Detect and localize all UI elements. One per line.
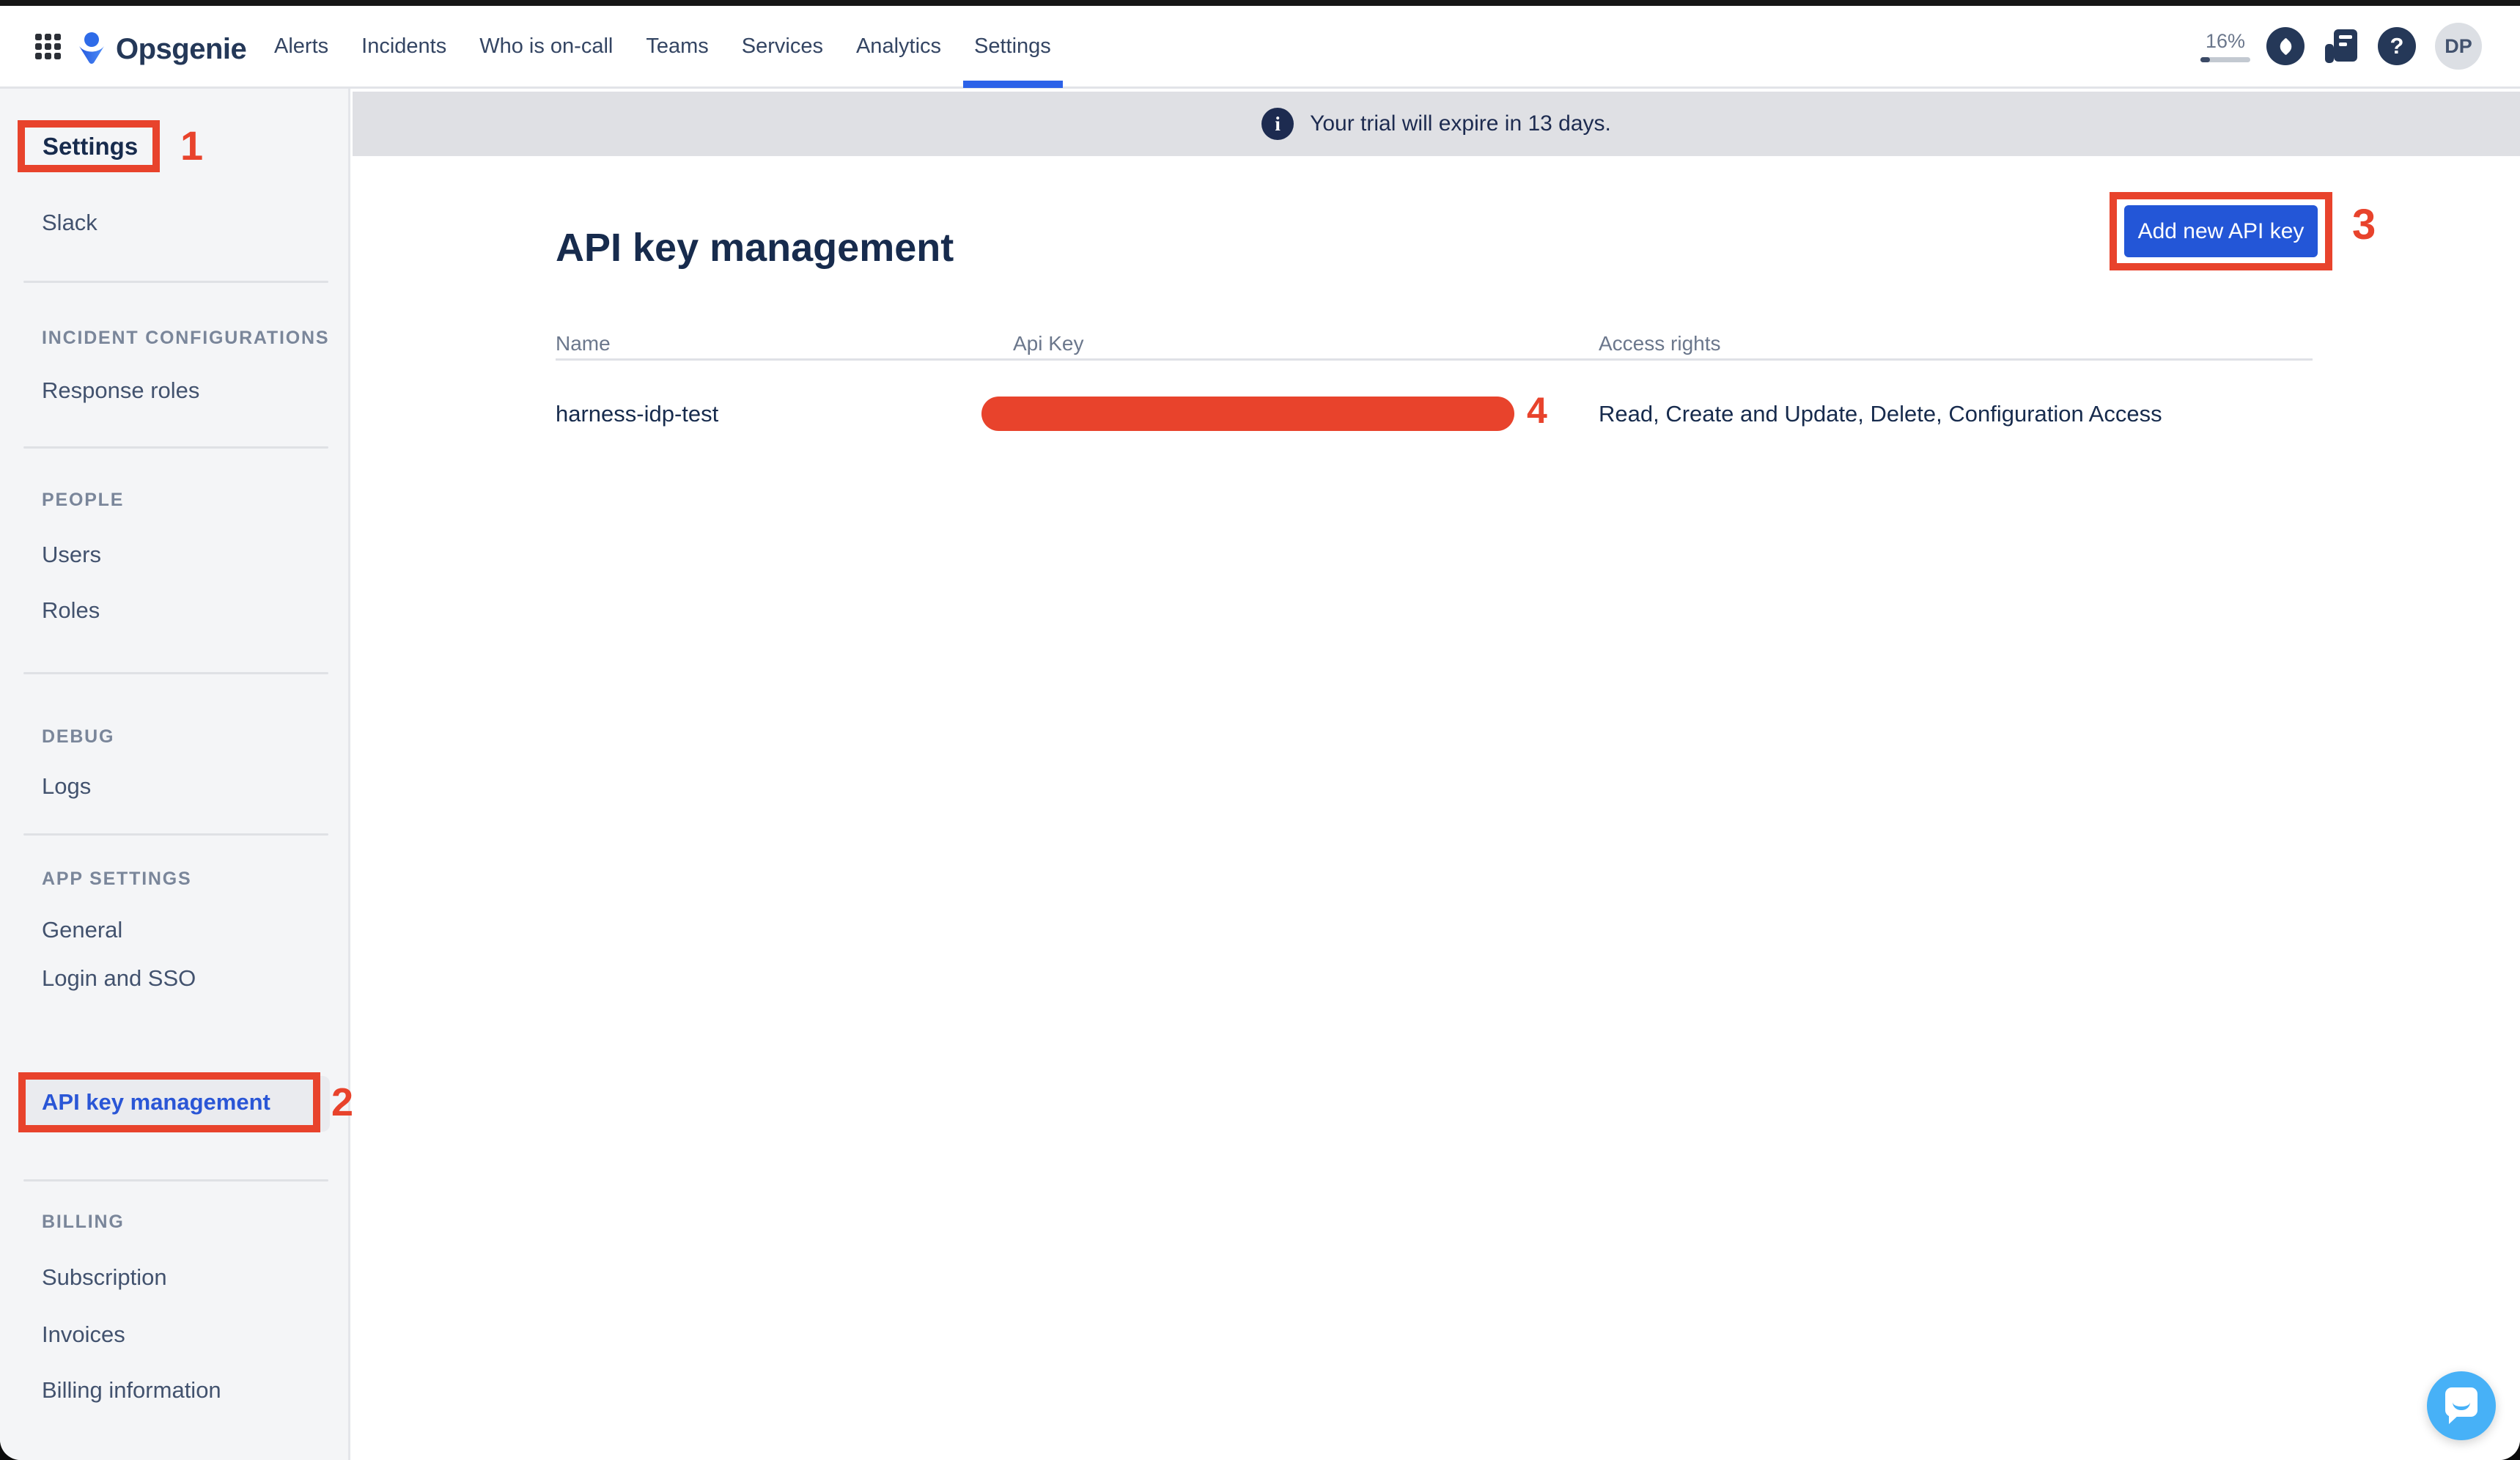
sidebar-item-invoices[interactable]: Invoices <box>42 1321 125 1348</box>
column-header-access-rights: Access rights <box>1599 332 1721 355</box>
api-key-name-cell: harness-idp-test <box>556 401 718 427</box>
sidebar-item-logs[interactable]: Logs <box>42 773 91 800</box>
sidebar-item-login-and-sso[interactable]: Login and SSO <box>42 965 196 992</box>
sidebar-header-app-settings: APP SETTINGS <box>42 869 192 890</box>
sidebar-item-billing-information[interactable]: Billing information <box>42 1377 221 1404</box>
divider <box>23 281 328 283</box>
divider <box>23 672 328 674</box>
settings-sidebar: Settings 1 Slack INCIDENT CONFIGURATIONS… <box>0 89 350 1460</box>
trial-banner: i Your trial will expire in 13 days. <box>353 92 2520 156</box>
usage-meter[interactable]: 16% <box>2200 30 2250 62</box>
sidebar-header-people: PEOPLE <box>42 490 124 511</box>
tab-services[interactable]: Services <box>742 6 823 86</box>
annotation-box-1: Settings <box>18 120 160 172</box>
info-icon: i <box>1261 108 1294 140</box>
tab-teams[interactable]: Teams <box>646 6 708 86</box>
topbar-right-cluster: 16% ? DP <box>2200 6 2482 86</box>
usage-progress-bar <box>2200 57 2250 62</box>
topbar: Opsgenie Alerts Incidents Who is on-call… <box>0 6 2520 89</box>
annotation-number-3: 3 <box>2352 200 2376 249</box>
divider <box>23 833 328 836</box>
access-rights-cell: Read, Create and Update, Delete, Configu… <box>1599 401 2162 427</box>
table-header-divider <box>556 358 2313 361</box>
compass-icon[interactable] <box>2266 27 2305 65</box>
annotation-box-2: API key management <box>18 1072 320 1132</box>
usage-percent-label: 16% <box>2206 30 2245 53</box>
opsgenie-logo-icon[interactable] <box>74 31 109 66</box>
sidebar-title[interactable]: Settings <box>43 133 138 161</box>
divider <box>23 446 328 449</box>
tab-incidents[interactable]: Incidents <box>361 6 446 86</box>
speech-bubble-tail <box>2449 1414 2460 1424</box>
column-header-api-key: Api Key <box>1013 332 1084 355</box>
sidebar-item-general[interactable]: General <box>42 917 122 943</box>
window-top-edge <box>0 0 2520 6</box>
annotation-number-1: 1 <box>180 122 203 169</box>
api-key-redaction-overlay <box>981 397 1514 431</box>
sidebar-header-billing: BILLING <box>42 1212 125 1233</box>
app-switcher-icon[interactable] <box>35 34 62 60</box>
sidebar-item-users[interactable]: Users <box>42 542 101 568</box>
sidebar-item-subscription[interactable]: Subscription <box>42 1264 167 1291</box>
sidebar-item-roles[interactable]: Roles <box>42 597 100 624</box>
trial-banner-text: Your trial will expire in 13 days. <box>1310 111 1611 136</box>
add-new-api-key-button[interactable]: Add new API key <box>2124 205 2318 257</box>
sidebar-item-response-roles[interactable]: Response roles <box>42 377 199 404</box>
annotation-box-3: Add new API key <box>2110 192 2332 270</box>
annotation-number-4: 4 <box>1527 389 1547 432</box>
tab-alerts[interactable]: Alerts <box>274 6 328 86</box>
sidebar-item-api-key-management[interactable]: API key management <box>42 1089 270 1116</box>
divider <box>23 1179 328 1181</box>
column-header-name: Name <box>556 332 611 355</box>
user-avatar[interactable]: DP <box>2435 23 2482 70</box>
help-icon[interactable]: ? <box>2378 27 2416 65</box>
sidebar-header-incident-configurations: INCIDENT CONFIGURATIONS <box>42 328 329 349</box>
sidebar-item-slack[interactable]: Slack <box>42 210 97 236</box>
tab-analytics[interactable]: Analytics <box>856 6 941 86</box>
release-notes-icon[interactable] <box>2324 28 2359 64</box>
page-title: API key management <box>556 225 954 270</box>
annotation-number-2: 2 <box>331 1080 353 1125</box>
tab-settings[interactable]: Settings <box>974 6 1051 86</box>
chat-launcher-button[interactable] <box>2427 1371 2496 1440</box>
sidebar-header-debug: DEBUG <box>42 726 114 748</box>
app-window: Opsgenie Alerts Incidents Who is on-call… <box>0 0 2520 1460</box>
tab-who-is-on-call[interactable]: Who is on-call <box>479 6 613 86</box>
opsgenie-logo-text[interactable]: Opsgenie <box>116 33 246 66</box>
main-nav: Alerts Incidents Who is on-call Teams Se… <box>274 6 1051 86</box>
main-content: i Your trial will expire in 13 days. API… <box>353 89 2520 1460</box>
